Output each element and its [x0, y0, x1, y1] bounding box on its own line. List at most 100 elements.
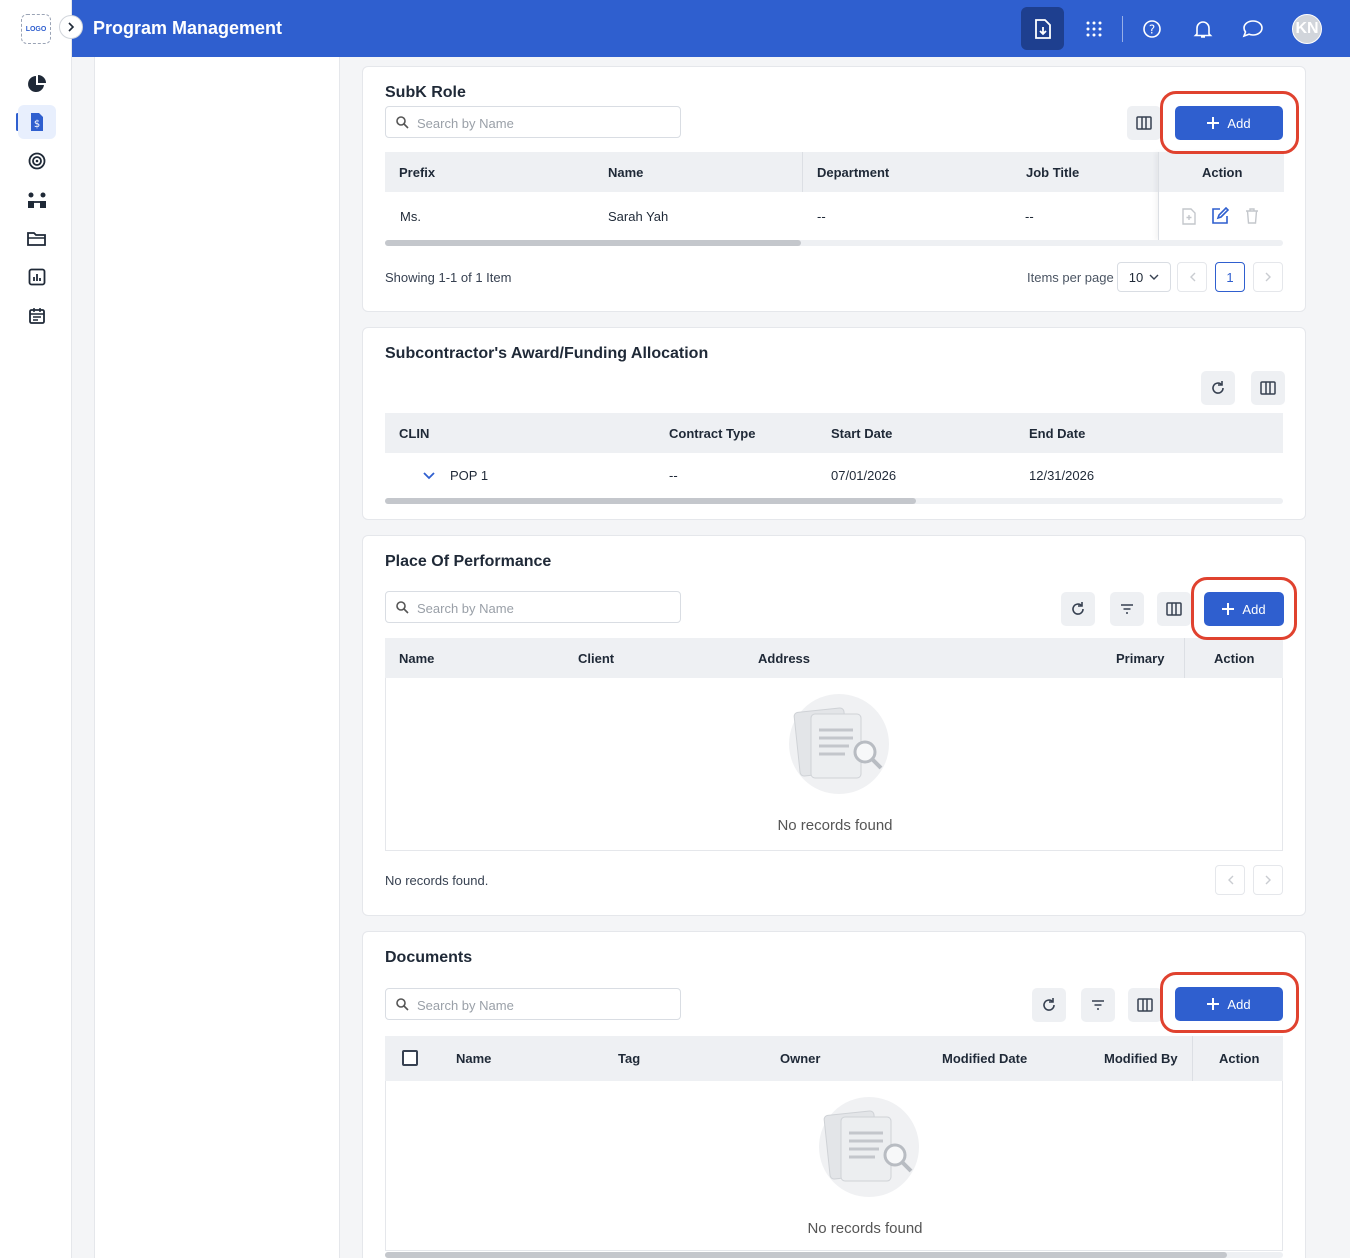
- refresh-icon: [1072, 602, 1084, 615]
- subk-role-columns-button[interactable]: [1127, 106, 1161, 140]
- chevron-left-icon: [1189, 272, 1195, 282]
- view-file-icon[interactable]: [1181, 208, 1197, 225]
- notifications-button[interactable]: [1181, 7, 1224, 50]
- target-icon: [28, 152, 46, 170]
- file-download-icon: [1034, 18, 1051, 39]
- svg-text:$: $: [34, 119, 40, 130]
- documents-empty-state: No records found: [385, 1081, 1283, 1251]
- documents-table-header: Name Tag Owner Modified Date Modified By…: [385, 1036, 1283, 1081]
- search-icon: [396, 998, 409, 1011]
- app-logo[interactable]: LOGO: [21, 14, 51, 44]
- prev-page-button[interactable]: [1215, 865, 1245, 895]
- award-h-scrollbar[interactable]: [385, 498, 1283, 504]
- subk-role-table-header: Prefix Name Department Job Title: [385, 152, 1283, 192]
- chevron-right-icon: [1265, 875, 1271, 885]
- award-refresh-button[interactable]: [1201, 371, 1235, 405]
- columns-icon: [1260, 381, 1276, 395]
- search-icon: [396, 116, 409, 129]
- col-divider: [1192, 1036, 1193, 1081]
- cell-job-title: --: [1025, 209, 1034, 224]
- highlight-ring: [1160, 91, 1299, 154]
- edit-icon[interactable]: [1211, 207, 1229, 225]
- documents-h-scrollbar[interactable]: [385, 1252, 1283, 1258]
- award-funding-card: Subcontractor's Award/Funding Allocation…: [362, 327, 1306, 520]
- col-start-date: Start Date: [831, 426, 893, 441]
- cell-clin: POP 1: [450, 468, 489, 483]
- place-columns-button[interactable]: [1157, 592, 1191, 626]
- cell-contract-type: --: [669, 468, 678, 483]
- cell-prefix: Ms.: [400, 209, 421, 224]
- subk-role-title: SubK Role: [385, 84, 466, 101]
- col-name: Name: [608, 165, 644, 180]
- folder-icon: [27, 232, 46, 246]
- next-page-button[interactable]: [1253, 262, 1283, 292]
- refresh-icon: [1212, 381, 1224, 394]
- chevron-down-icon: [1149, 274, 1159, 280]
- chevron-left-icon: [1227, 875, 1233, 885]
- chat-button[interactable]: [1231, 7, 1274, 50]
- items-per-page-label: Items per page: [1027, 270, 1114, 285]
- cell-department: --: [817, 209, 826, 224]
- documents-columns-button[interactable]: [1128, 988, 1162, 1022]
- documents-search-input[interactable]: Search by Name: [385, 988, 681, 1020]
- place-search-input[interactable]: Search by Name: [385, 591, 681, 623]
- award-columns-button[interactable]: [1251, 371, 1285, 405]
- action-column: Action: [1158, 152, 1284, 240]
- highlight-ring: [1191, 577, 1297, 640]
- chevron-down-icon[interactable]: [423, 472, 435, 480]
- place-refresh-button[interactable]: [1061, 592, 1095, 626]
- subk-role-card: SubK Role Search by Name Add Prefix Name…: [362, 66, 1306, 312]
- cell-start-date: 07/01/2026: [831, 468, 897, 483]
- items-per-page-select[interactable]: 10: [1117, 262, 1171, 292]
- place-filter-button[interactable]: [1110, 592, 1144, 626]
- search-placeholder: Search by Name: [417, 601, 514, 616]
- no-records-illustration: [819, 1097, 919, 1197]
- place-title: Place Of Performance: [385, 553, 552, 570]
- svg-text:?: ?: [1148, 22, 1154, 36]
- no-records-illustration: [789, 694, 889, 794]
- sidebar-item-finance[interactable]: $: [18, 105, 56, 139]
- documents-card: Documents Search by Name Add Name Tag Ow…: [362, 931, 1306, 1258]
- cell-name: Sarah Yah: [608, 209, 669, 224]
- left-panel: [94, 57, 340, 1258]
- subk-role-search-input[interactable]: Search by Name: [385, 106, 681, 138]
- sidebar-item-team[interactable]: [18, 183, 56, 217]
- team-icon: [28, 192, 46, 208]
- documents-refresh-button[interactable]: [1032, 988, 1066, 1022]
- highlight-ring: [1160, 972, 1299, 1033]
- refresh-icon: [1043, 998, 1055, 1011]
- sidebar-item-goals[interactable]: [18, 144, 56, 178]
- download-button[interactable]: [1021, 7, 1064, 50]
- col-action: Action: [1202, 165, 1243, 180]
- documents-title: Documents: [385, 949, 473, 966]
- page-1-button[interactable]: 1: [1215, 262, 1245, 292]
- col-name: Name: [456, 1051, 492, 1066]
- pie-chart-icon: [28, 75, 46, 92]
- documents-filter-button[interactable]: [1081, 988, 1115, 1022]
- next-page-button[interactable]: [1253, 865, 1283, 895]
- col-client: Client: [578, 651, 615, 666]
- sidebar-expand-button[interactable]: [59, 15, 83, 39]
- sidebar-item-reports[interactable]: [18, 260, 56, 294]
- delete-icon[interactable]: [1245, 208, 1259, 224]
- toolbar-divider: [1122, 16, 1123, 42]
- sidebar-item-files[interactable]: [18, 222, 56, 256]
- place-of-performance-card: Place Of Performance Search by Name Add …: [362, 535, 1306, 916]
- search-icon: [396, 601, 409, 614]
- col-job-title: Job Title: [1026, 165, 1080, 180]
- user-avatar[interactable]: KN: [1292, 14, 1322, 44]
- award-funding-title: Subcontractor's Award/Funding Allocation: [385, 345, 709, 362]
- place-table-header: Name Client Address Primary Action: [385, 638, 1283, 678]
- sidebar: LOGO $: [0, 0, 72, 1258]
- prev-page-button[interactable]: [1177, 262, 1207, 292]
- dollar-file-icon: $: [31, 113, 43, 131]
- sidebar-item-dashboard[interactable]: [18, 67, 56, 101]
- sidebar-item-calendar[interactable]: [18, 299, 56, 333]
- col-action: Action: [1214, 651, 1255, 666]
- apps-button[interactable]: [1072, 7, 1115, 50]
- select-all-checkbox[interactable]: [402, 1050, 418, 1066]
- subk-role-h-scrollbar[interactable]: [385, 240, 1283, 246]
- place-footer-text: No records found.: [385, 873, 489, 888]
- col-prefix: Prefix: [399, 165, 436, 180]
- help-button[interactable]: ?: [1130, 7, 1173, 50]
